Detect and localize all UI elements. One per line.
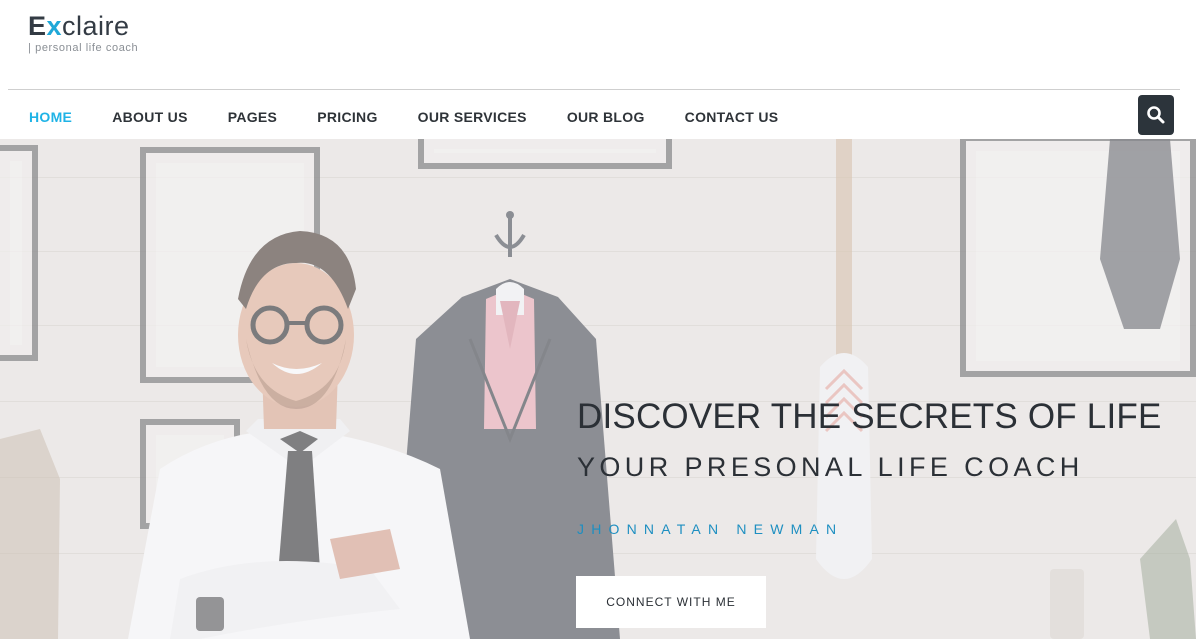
connect-with-me-button[interactable]: CONNECT WITH ME bbox=[576, 576, 766, 628]
nav-item-pages[interactable]: PAGES bbox=[228, 109, 277, 125]
hero-banner: DISCOVER THE SECRETS OF LIFE YOUR PRESON… bbox=[0, 139, 1196, 639]
search-icon bbox=[1147, 106, 1165, 124]
logo-tagline: | personal life coach bbox=[28, 42, 139, 54]
header-divider bbox=[8, 89, 1180, 90]
search-button[interactable] bbox=[1138, 95, 1174, 135]
nav-item-our-services[interactable]: OUR SERVICES bbox=[418, 109, 527, 125]
logo[interactable]: Exclaire | personal life coach bbox=[28, 10, 138, 54]
nav-item-our-blog[interactable]: OUR BLOG bbox=[567, 109, 645, 125]
hero-overlay bbox=[0, 139, 1196, 639]
nav-item-contact-us[interactable]: CONTACT US bbox=[685, 109, 779, 125]
nav-item-about-us[interactable]: ABOUT US bbox=[112, 109, 188, 125]
main-nav: HOME ABOUT US PAGES PRICING OUR SERVICES… bbox=[29, 109, 818, 125]
logo-wordmark: Exclaire bbox=[28, 11, 130, 41]
nav-item-home[interactable]: HOME bbox=[29, 109, 72, 125]
hero-subheadline: YOUR PRESONAL LIFE COACH bbox=[577, 452, 1084, 482]
nav-item-pricing[interactable]: PRICING bbox=[317, 109, 377, 125]
hero-coach-name: JHONNATAN NEWMAN bbox=[577, 521, 844, 537]
site-header: Exclaire | personal life coach HOME ABOU… bbox=[0, 0, 1196, 139]
hero-headline: DISCOVER THE SECRETS OF LIFE bbox=[577, 397, 1162, 436]
